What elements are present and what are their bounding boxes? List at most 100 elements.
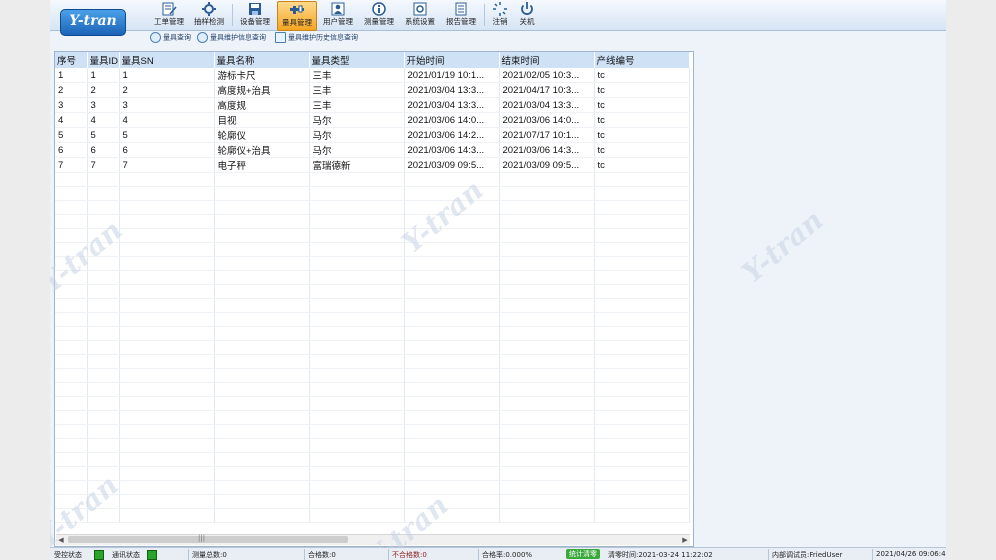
table-row[interactable]: 2 2 2 高度规+治具 三丰 2021/03/04 13:3... 2021/04/17 …	[55, 82, 690, 98]
status-divider	[304, 549, 305, 560]
table-row[interactable]	[55, 508, 690, 523]
sampling-inspection-button[interactable]: 抽样检测	[190, 1, 228, 29]
table-cell	[309, 508, 405, 523]
table-row[interactable]	[55, 452, 690, 467]
table-row[interactable]	[55, 382, 690, 397]
table-cell	[214, 480, 310, 495]
column-header[interactable]: 量具ID	[87, 52, 120, 68]
report-management-button[interactable]: 报告管理	[442, 1, 480, 29]
table-row[interactable]	[55, 466, 690, 481]
system-settings-button[interactable]: 系统设置	[401, 1, 439, 29]
table-cell: 2021/03/04 13:3...	[404, 97, 500, 113]
table-cell	[309, 382, 405, 397]
scrollbar-thumb[interactable]: |||	[68, 534, 348, 543]
table-row[interactable]	[55, 270, 690, 285]
table-cell	[594, 200, 690, 215]
table-cell	[87, 284, 120, 299]
history-icon	[275, 32, 286, 43]
table-cell	[309, 256, 405, 271]
table-cell	[594, 172, 690, 187]
shutdown-button[interactable]: 关机	[514, 1, 540, 29]
table-cell	[499, 242, 595, 257]
table-cell	[87, 270, 120, 285]
gauge-table: 序号 量具ID 量具SN 量具名称 量具类型 开始时间 结束时间 产线编号 11…	[54, 51, 694, 547]
table-row[interactable]	[55, 186, 690, 201]
table-row[interactable]	[55, 228, 690, 243]
table-cell	[499, 508, 595, 523]
table-cell	[404, 172, 500, 187]
table-cell	[499, 312, 595, 327]
table-row[interactable]	[55, 410, 690, 425]
table-cell	[214, 410, 310, 425]
column-header[interactable]: 序号	[55, 52, 88, 68]
table-cell	[309, 228, 405, 243]
table-cell	[404, 326, 500, 341]
column-header[interactable]: 量具类型	[309, 52, 405, 68]
table-cell: 2021/04/17 10:3...	[499, 82, 595, 98]
table-cell: 4	[55, 112, 88, 128]
comm-status-label: 通讯状态	[112, 551, 140, 559]
reset-time: 清零时间:2021-03-24 11:22:02	[608, 551, 713, 559]
table-row[interactable]	[55, 368, 690, 383]
gauge-management-button[interactable]: 量具管理	[277, 1, 317, 31]
column-header[interactable]: 开始时间	[404, 52, 500, 68]
table-row[interactable]: 3 3 3 高度规 三丰 2021/03/04 13:3... 2021/03/04 13:…	[55, 97, 690, 113]
measurement-management-button[interactable]: 测量管理	[360, 1, 398, 29]
table-row[interactable]	[55, 172, 690, 187]
gauge-maintenance-history-button[interactable]: 量具维护历史信息查询	[275, 32, 358, 43]
table-cell	[309, 424, 405, 439]
table-row[interactable]	[55, 256, 690, 271]
column-header[interactable]: 量具名称	[214, 52, 310, 68]
table-cell	[119, 228, 215, 243]
gauge-query-button[interactable]: 量具查询	[150, 32, 191, 43]
reset-stats-button[interactable]: 统计清零	[566, 549, 600, 559]
scroll-right-icon[interactable]: ▶	[680, 535, 690, 545]
table-row[interactable]	[55, 298, 690, 313]
table-row[interactable]	[55, 340, 690, 355]
toolbar-divider	[484, 4, 485, 26]
table-cell: 1	[87, 68, 120, 83]
user-management-button[interactable]: 用户管理	[319, 1, 357, 29]
right-margin	[946, 0, 996, 560]
table-row[interactable]	[55, 396, 690, 411]
table-cell	[499, 284, 595, 299]
table-row[interactable]	[55, 326, 690, 341]
column-header[interactable]: 产线编号	[594, 52, 690, 68]
table-cell	[499, 354, 595, 369]
table-row[interactable]: 1 1 1 游标卡尺 三丰 2021/01/19 10:1... 2021/02/05 10…	[55, 68, 690, 83]
gauge-maintenance-query-button[interactable]: 量具维护信息查询	[197, 32, 266, 43]
column-header[interactable]: 结束时间	[499, 52, 595, 68]
status-divider	[388, 549, 389, 560]
logout-button[interactable]: 注销	[487, 1, 513, 29]
table-cell: 游标卡尺	[214, 68, 310, 83]
work-order-button[interactable]: 工单管理	[150, 1, 188, 29]
table-cell	[119, 298, 215, 313]
table-cell	[309, 214, 405, 229]
table-cell	[594, 382, 690, 397]
table-row[interactable]	[55, 242, 690, 257]
table-row[interactable]	[55, 312, 690, 327]
table-row[interactable]	[55, 214, 690, 229]
table-row[interactable]	[55, 438, 690, 453]
table-row[interactable]: 4 4 4 目视 马尔 2021/03/06 14:0... 2021/03/06 14:0…	[55, 112, 690, 128]
table-row[interactable]: 5 5 5 轮廓仪 马尔 2021/03/06 14:2... 2021/07/17 10:…	[55, 127, 690, 143]
table-cell	[594, 466, 690, 481]
table-row[interactable]	[55, 284, 690, 299]
table-cell	[214, 368, 310, 383]
column-header[interactable]: 量具SN	[119, 52, 215, 68]
table-row[interactable]: 7 7 7 电子秤 富瑞德新 2021/03/09 09:5... 2021/03/09 0…	[55, 157, 690, 173]
table-cell	[119, 214, 215, 229]
table-cell: 2021/03/06 14:3...	[404, 142, 500, 158]
table-row[interactable]	[55, 354, 690, 369]
table-cell	[87, 200, 120, 215]
table-row[interactable]	[55, 200, 690, 215]
table-row[interactable]	[55, 494, 690, 509]
table-cell	[309, 312, 405, 327]
table-cell	[55, 214, 88, 229]
table-row[interactable]: 6 6 6 轮廓仪+治具 马尔 2021/03/06 14:3... 2021/03/06 …	[55, 142, 690, 158]
table-row[interactable]	[55, 480, 690, 495]
table-row[interactable]	[55, 424, 690, 439]
device-management-button[interactable]: 设备管理	[236, 1, 274, 29]
table-cell	[55, 172, 88, 187]
control-status-label: 受控状态	[54, 551, 82, 559]
